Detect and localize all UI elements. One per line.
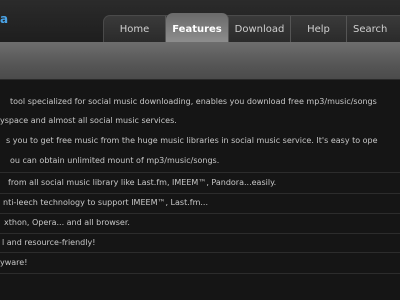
description-line-1: tool specialized for social music downlo… — [10, 97, 377, 106]
row-divider — [0, 193, 400, 194]
description-line-4: ou can obtain unlimited mount of mp3/mus… — [10, 156, 220, 165]
features-content: tool specialized for social music downlo… — [0, 80, 400, 300]
description-line-2: yspace and almost all social music servi… — [0, 116, 177, 125]
section-divider — [0, 172, 400, 173]
row-divider — [0, 273, 400, 274]
description-line-3: s you to get free music from the huge mu… — [6, 136, 378, 145]
row-divider — [0, 233, 400, 234]
feature-item: nti-leech technology to support IMEEM™, … — [3, 198, 208, 207]
site-logo[interactable]: a — [0, 12, 8, 26]
top-bar: a Home Features Download Help Search — [0, 0, 400, 43]
feature-item: xthon, Opera... and all browser. — [4, 218, 130, 227]
page: a Home Features Download Help Search too… — [0, 0, 400, 300]
feature-item: yware! — [0, 258, 28, 267]
main-navigation: Home Features Download Help Search — [103, 13, 400, 43]
nav-tab-home[interactable]: Home — [104, 16, 166, 43]
row-divider — [0, 252, 400, 253]
nav-tab-search[interactable]: Search — [347, 16, 400, 43]
feature-item: from all social music library like Last.… — [8, 178, 277, 187]
sub-header-bar — [0, 42, 400, 80]
nav-tab-download[interactable]: Download — [229, 16, 291, 43]
nav-tab-features[interactable]: Features — [166, 13, 229, 43]
nav-tab-help[interactable]: Help — [291, 16, 347, 43]
row-divider — [0, 213, 400, 214]
feature-item: l and resource-friendly! — [2, 238, 96, 247]
